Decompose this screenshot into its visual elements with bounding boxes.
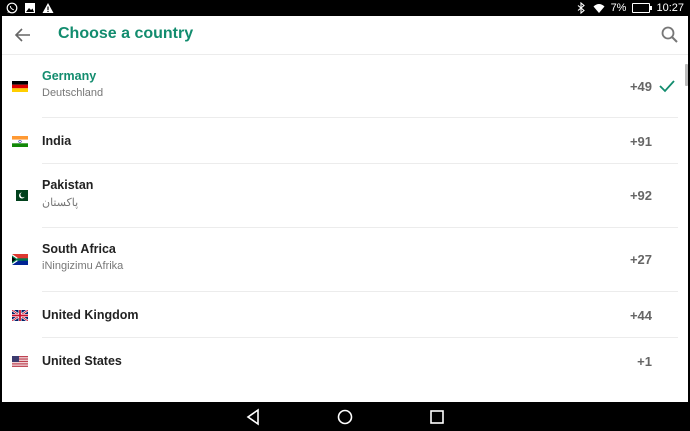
country-name: Germany [42,69,97,83]
dialing-code: +92 [629,188,652,203]
country-row-germany[interactable]: Germany Deutschland +49 [2,55,688,118]
image-notification-icon [25,3,35,13]
dialing-code: +91 [629,134,652,149]
country-name: Pakistan [42,178,94,192]
flag-united-states-icon [12,356,28,367]
page-title: Choose a country [58,25,194,42]
home-circle-icon[interactable] [336,408,354,426]
country-row-united-kingdom[interactable]: United Kingdom +44 [2,292,688,338]
country-name: India [42,134,72,148]
flag-india-icon [12,136,28,147]
back-triangle-icon[interactable] [245,408,263,426]
country-row-south-africa[interactable]: South Africa iNingizimu Afrika +27 [2,228,688,292]
back-arrow-icon[interactable] [12,25,34,45]
flag-south-africa-icon [12,254,28,265]
bluetooth-icon [577,2,585,14]
checkmark-icon [659,80,675,93]
country-row-united-states[interactable]: United States +1 [2,338,688,384]
dialing-code: +27 [629,252,652,267]
dialing-code: +49 [629,79,652,94]
clock: 10:27 [656,2,684,14]
notification-icons [6,2,54,14]
recents-square-icon[interactable] [428,408,446,426]
battery-percentage: 7% [610,2,627,14]
scrollbar-thumb[interactable] [685,64,688,86]
country-native-name: iNingizimu Afrika [42,260,124,272]
app-window: Choose a country Germany Deutschland +49 [2,16,688,402]
toolbar: Choose a country [2,16,688,55]
country-name: United Kingdom [42,308,139,322]
country-name: United States [42,354,122,368]
battery-icon [632,3,653,13]
country-native-name: پاکستان [42,197,79,209]
system-icons: 7% 10:27 [575,1,684,15]
navigation-bar [0,402,690,431]
flag-united-kingdom-icon [12,310,28,321]
country-row-india[interactable]: India +91 [2,118,688,164]
wifi-icon [593,4,605,13]
country-native-name: Deutschland [42,87,104,99]
country-name: South Africa [42,242,116,256]
dialing-code: +1 [637,354,652,369]
warning-icon [42,3,54,13]
search-icon[interactable] [660,25,680,45]
whatsapp-notification-icon [6,2,18,14]
status-bar: 7% 10:27 [0,0,690,16]
country-row-pakistan[interactable]: Pakistan پاکستان +92 [2,164,688,228]
flag-germany-icon [12,81,28,92]
flag-pakistan-icon [12,190,28,201]
dialing-code: +44 [629,308,652,323]
